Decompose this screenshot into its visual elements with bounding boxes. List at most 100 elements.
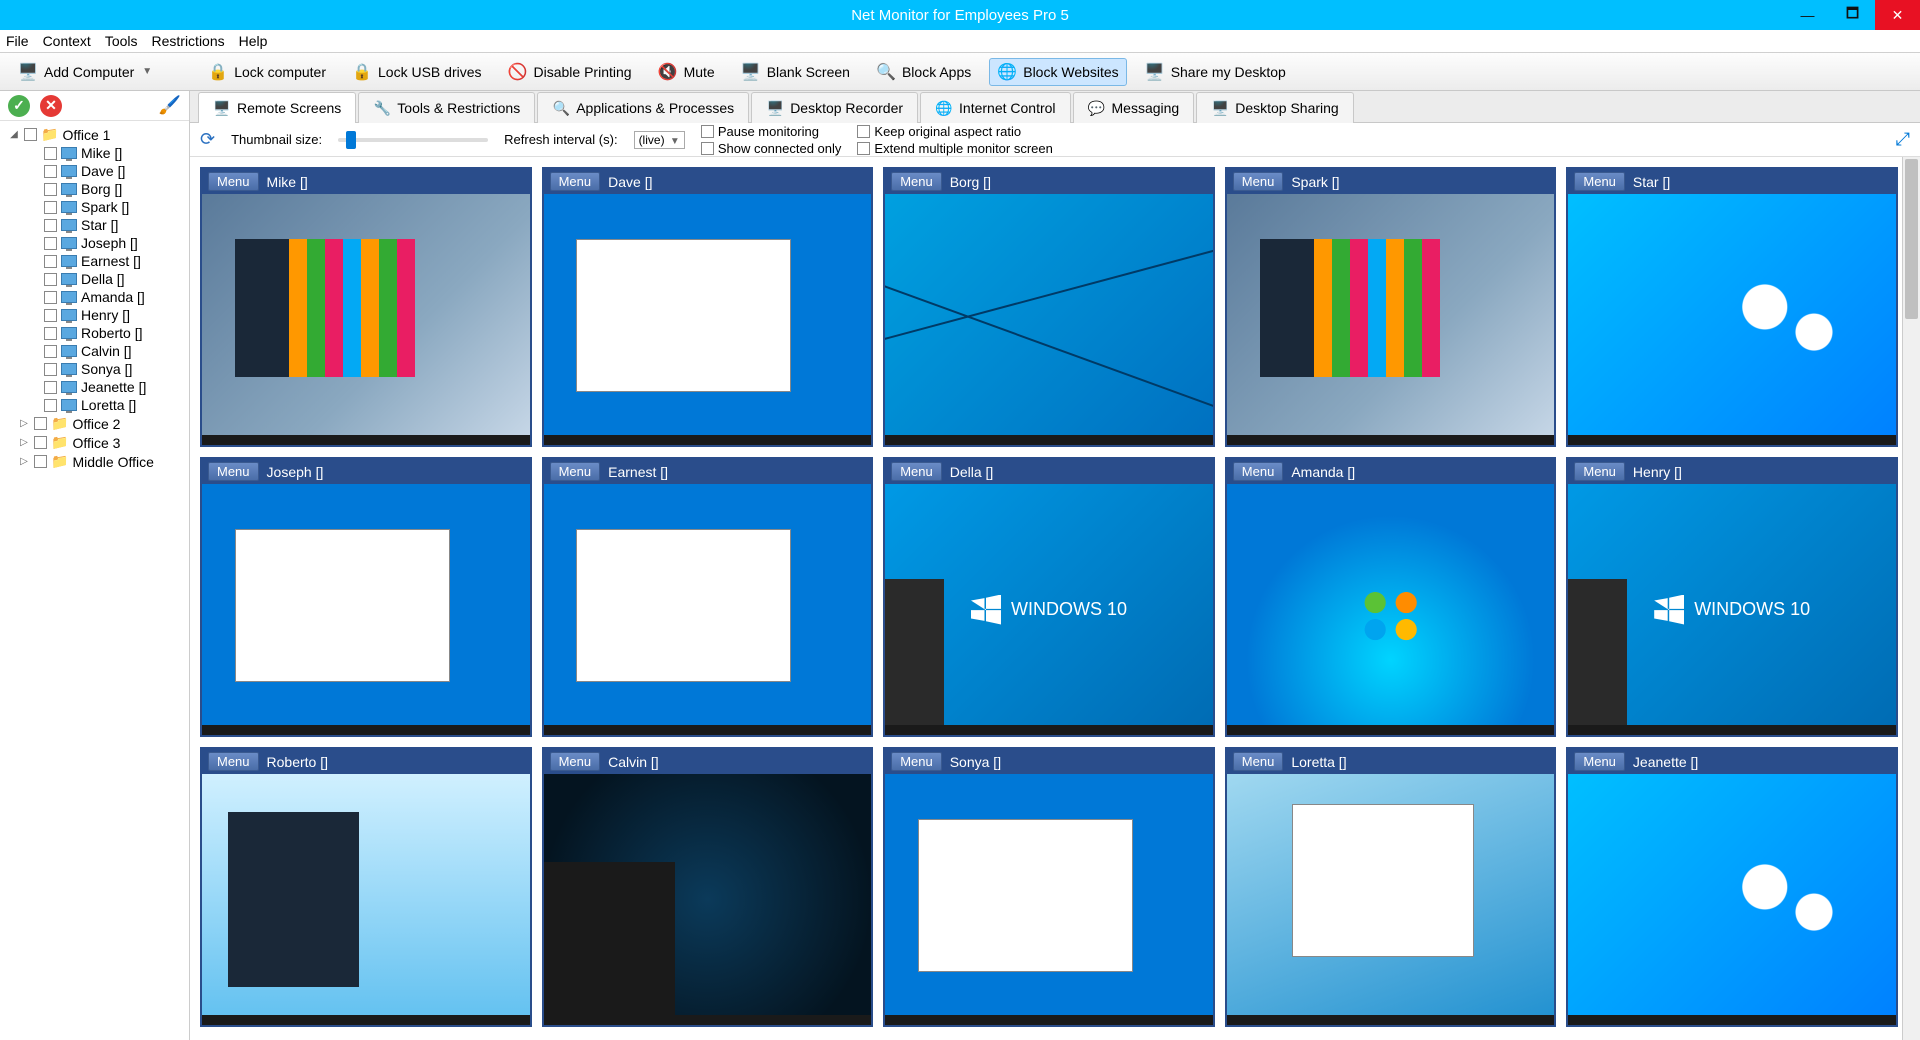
thumbnail-screen[interactable]	[202, 194, 530, 445]
expand-icon[interactable]: ⤢	[1896, 129, 1910, 150]
tree-computer-item[interactable]: Calvin []	[0, 342, 189, 360]
thumbnail-menu-button[interactable]: Menu	[1233, 172, 1284, 191]
thumbnail-menu-button[interactable]: Menu	[1574, 462, 1625, 481]
block-apps-button[interactable]: 🔍 Block Apps	[868, 58, 979, 86]
thumbnail-screen[interactable]	[1227, 194, 1555, 445]
checkbox[interactable]	[24, 128, 37, 141]
screen-thumbnail[interactable]: MenuHenry []WINDOWS 10	[1566, 457, 1898, 737]
tree-computer-item[interactable]: Dave []	[0, 162, 189, 180]
checkbox[interactable]	[44, 399, 57, 412]
thumbnail-menu-button[interactable]: Menu	[891, 172, 942, 191]
settings-icon[interactable]: 🖌️	[159, 95, 181, 116]
menu-tools[interactable]: Tools	[105, 33, 138, 49]
screen-thumbnail[interactable]: MenuStar []	[1566, 167, 1898, 447]
slider-thumb[interactable]	[346, 131, 356, 149]
checkbox[interactable]	[44, 255, 57, 268]
screen-thumbnail[interactable]: MenuRoberto []	[200, 747, 532, 1027]
show-connected-only-checkbox[interactable]: Show connected only	[701, 141, 842, 156]
thumbnail-menu-button[interactable]: Menu	[208, 462, 259, 481]
checkbox[interactable]	[44, 219, 57, 232]
thumbnail-screen[interactable]	[885, 194, 1213, 445]
mute-button[interactable]: 🔇 Mute	[650, 58, 723, 86]
screen-thumbnail[interactable]: MenuSonya []	[883, 747, 1215, 1027]
menu-restrictions[interactable]: Restrictions	[152, 33, 225, 49]
screen-thumbnail[interactable]: MenuSpark []	[1225, 167, 1557, 447]
thumbnail-screen[interactable]	[202, 484, 530, 735]
tab-messaging[interactable]: 💬 Messaging	[1073, 92, 1195, 123]
thumbnail-screen[interactable]	[202, 774, 530, 1025]
tree-computer-item[interactable]: Mike []	[0, 144, 189, 162]
thumbnail-menu-button[interactable]: Menu	[891, 752, 942, 771]
thumbnail-menu-button[interactable]: Menu	[208, 172, 259, 191]
share-desktop-button[interactable]: 🖥️ Share my Desktop	[1137, 58, 1294, 86]
thumbnail-menu-button[interactable]: Menu	[1574, 752, 1625, 771]
thumbnail-menu-button[interactable]: Menu	[550, 462, 601, 481]
tree-computer-item[interactable]: Borg []	[0, 180, 189, 198]
thumbnail-menu-button[interactable]: Menu	[891, 462, 942, 481]
refresh-interval-select[interactable]: (live) ▼	[634, 131, 685, 149]
menu-help[interactable]: Help	[239, 33, 268, 49]
tree-computer-item[interactable]: Star []	[0, 216, 189, 234]
tab-remote-screens[interactable]: 🖥️ Remote Screens	[198, 92, 356, 123]
tree-computer-item[interactable]: Roberto []	[0, 324, 189, 342]
checkbox[interactable]	[34, 417, 47, 430]
screen-thumbnail[interactable]: MenuJeanette []	[1566, 747, 1898, 1027]
thumbnail-screen[interactable]: WINDOWS 10	[1568, 484, 1896, 735]
tree-group-item[interactable]: ▷ 📁 Middle Office	[0, 452, 189, 471]
expand-icon[interactable]: ▷	[18, 418, 30, 429]
thumbnail-menu-button[interactable]: Menu	[1233, 752, 1284, 771]
thumbnails-scroll[interactable]: MenuMike []MenuDave []MenuBorg []MenuSpa…	[190, 157, 1920, 1040]
thumbnail-screen[interactable]	[1227, 484, 1555, 735]
lock-computer-button[interactable]: 🔒 Lock computer	[200, 58, 334, 86]
checkbox[interactable]	[44, 237, 57, 250]
extend-monitor-checkbox[interactable]: Extend multiple monitor screen	[857, 141, 1052, 156]
checkbox[interactable]	[44, 345, 57, 358]
checkbox[interactable]	[44, 363, 57, 376]
lock-usb-button[interactable]: 🔒 Lock USB drives	[344, 58, 489, 86]
computer-tree[interactable]: ◢ 📁 Office 1 Mike [] Dave [] Borg [] Spa…	[0, 121, 189, 1040]
menu-context[interactable]: Context	[43, 33, 91, 49]
scrollbar-thumb[interactable]	[1905, 159, 1918, 319]
thumbnail-menu-button[interactable]: Menu	[550, 752, 601, 771]
screen-thumbnail[interactable]: MenuAmanda []	[1225, 457, 1557, 737]
checkbox[interactable]	[34, 436, 47, 449]
expand-icon[interactable]: ▷	[18, 456, 30, 467]
thumbnail-screen[interactable]	[1568, 194, 1896, 445]
maximize-button[interactable]: 🗖	[1830, 0, 1875, 30]
vertical-scrollbar[interactable]	[1902, 157, 1920, 1040]
tab-internet-control[interactable]: 🌐 Internet Control	[920, 92, 1071, 123]
screen-thumbnail[interactable]: MenuEarnest []	[542, 457, 874, 737]
tree-group-item[interactable]: ▷ 📁 Office 2	[0, 414, 189, 433]
checkbox[interactable]	[44, 183, 57, 196]
menu-file[interactable]: File	[6, 33, 29, 49]
screen-thumbnail[interactable]: MenuDella []WINDOWS 10	[883, 457, 1215, 737]
block-websites-button[interactable]: 🌐 Block Websites	[989, 58, 1126, 86]
thumbnail-menu-button[interactable]: Menu	[208, 752, 259, 771]
tab-tools-restrictions[interactable]: 🔧 Tools & Restrictions	[358, 92, 535, 123]
tree-computer-item[interactable]: Jeanette []	[0, 378, 189, 396]
tree-group-label[interactable]: Office 1	[62, 127, 110, 143]
accept-icon[interactable]: ✓	[8, 95, 30, 117]
thumbnail-menu-button[interactable]: Menu	[1574, 172, 1625, 191]
reject-icon[interactable]: ✕	[40, 95, 62, 117]
screen-thumbnail[interactable]: MenuCalvin []	[542, 747, 874, 1027]
add-computer-button[interactable]: 🖥️ Add Computer ▼	[10, 58, 160, 86]
thumbnail-screen[interactable]: WINDOWS 10	[885, 484, 1213, 735]
close-button[interactable]: ✕	[1875, 0, 1920, 30]
thumbnail-size-slider[interactable]	[338, 138, 488, 142]
tab-desktop-sharing[interactable]: 🖥️ Desktop Sharing	[1196, 92, 1354, 123]
screen-thumbnail[interactable]: MenuLoretta []	[1225, 747, 1557, 1027]
tree-computer-item[interactable]: Henry []	[0, 306, 189, 324]
minimize-button[interactable]: —	[1785, 0, 1830, 30]
checkbox[interactable]	[44, 165, 57, 178]
tab-desktop-recorder[interactable]: 🖥️ Desktop Recorder	[751, 92, 918, 123]
checkbox[interactable]	[44, 381, 57, 394]
tree-computer-item[interactable]: Joseph []	[0, 234, 189, 252]
tab-apps-processes[interactable]: 🔍 Applications & Processes	[537, 92, 749, 123]
screen-thumbnail[interactable]: MenuJoseph []	[200, 457, 532, 737]
checkbox[interactable]	[44, 201, 57, 214]
checkbox[interactable]	[44, 327, 57, 340]
thumbnail-screen[interactable]	[1568, 774, 1896, 1025]
tree-computer-item[interactable]: Della []	[0, 270, 189, 288]
checkbox[interactable]	[44, 291, 57, 304]
